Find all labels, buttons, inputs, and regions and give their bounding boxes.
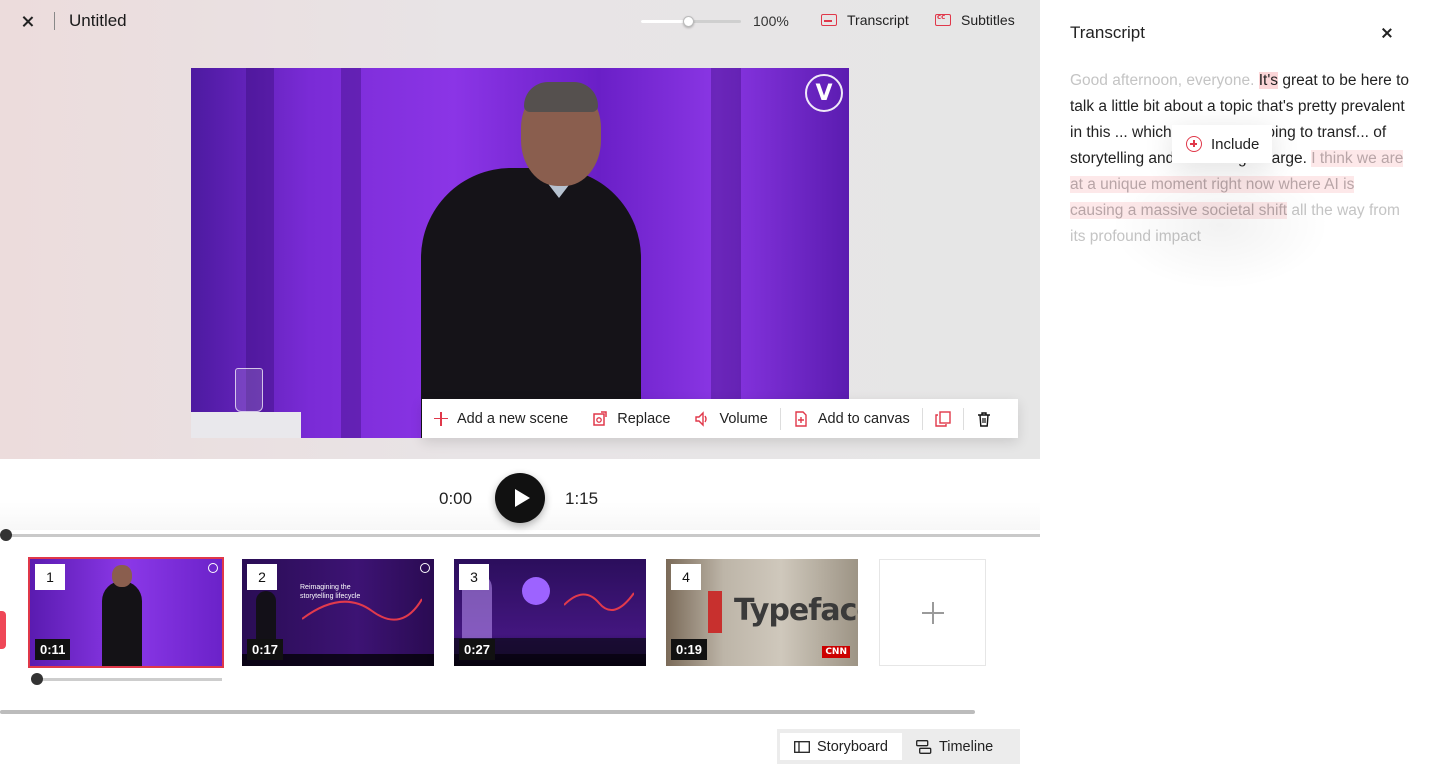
slide-wave-graphic bbox=[564, 592, 634, 612]
replace-icon bbox=[593, 410, 607, 426]
playback-controls: 0:00 1:15 bbox=[0, 460, 1040, 530]
scene-duration: 0:17 bbox=[247, 639, 284, 660]
scene-toolbar: Add a new scene Replace Volume Add to ca… bbox=[422, 399, 1018, 438]
slide-wave-graphic bbox=[302, 598, 422, 621]
add-scene-button[interactable] bbox=[879, 559, 986, 666]
add-to-canvas-button[interactable]: Add to canvas bbox=[781, 399, 922, 438]
zoom-slider[interactable] bbox=[641, 16, 741, 27]
transcript-toggle-button[interactable]: Transcript bbox=[821, 12, 909, 28]
scene-card[interactable]: 3 0:27 bbox=[454, 559, 646, 666]
add-to-canvas-label: Add to canvas bbox=[817, 410, 910, 427]
volume-icon bbox=[695, 410, 708, 427]
view-toggle: Storyboard Timeline bbox=[777, 729, 1020, 764]
brand-logo-icon bbox=[420, 563, 430, 573]
replace-button[interactable]: Replace bbox=[580, 399, 682, 438]
scene-logo-graphic bbox=[522, 577, 550, 605]
duplicate-button[interactable] bbox=[923, 399, 963, 438]
scene-number: 1 bbox=[35, 564, 65, 590]
storyboard-icon bbox=[794, 740, 810, 753]
close-icon[interactable] bbox=[18, 12, 38, 32]
divider bbox=[54, 12, 55, 30]
side-panel-tab[interactable] bbox=[0, 611, 6, 649]
water-glass bbox=[235, 368, 263, 412]
scene-number: 3 bbox=[459, 564, 489, 590]
scene-duration: 0:27 bbox=[459, 639, 496, 660]
subtitles-toggle-label: Subtitles bbox=[961, 12, 1015, 28]
zoom-level: 100% bbox=[753, 13, 789, 29]
top-bar: Untitled 100% Transcript Subtitles bbox=[0, 0, 1040, 44]
transcript-panel: Transcript Good afternoon, everyone. It'… bbox=[1040, 0, 1440, 779]
transcript-panel-title: Transcript bbox=[1070, 23, 1145, 42]
scrubber-handle[interactable] bbox=[0, 529, 12, 541]
duplicate-icon bbox=[935, 410, 951, 427]
storyboard-view-button[interactable]: Storyboard bbox=[780, 733, 902, 760]
sign-red-bar bbox=[708, 591, 722, 633]
project-title[interactable]: Untitled bbox=[69, 11, 127, 31]
brand-logo-icon: V bbox=[805, 74, 843, 112]
include-popup-button[interactable]: Include bbox=[1172, 125, 1272, 163]
replace-label: Replace bbox=[617, 410, 671, 427]
timeline-view-label: Timeline bbox=[938, 738, 994, 755]
stage-curtain bbox=[711, 68, 741, 438]
scene-trim-handle[interactable] bbox=[31, 673, 43, 685]
stage-curtain bbox=[341, 68, 361, 438]
subtitles-icon bbox=[935, 13, 951, 26]
sign-text: Typeface bbox=[734, 593, 858, 628]
timeline-icon bbox=[915, 739, 932, 754]
play-button[interactable] bbox=[495, 473, 545, 523]
playback-scrubber[interactable] bbox=[5, 534, 1040, 537]
storyboard-view-label: Storyboard bbox=[817, 738, 888, 755]
video-preview[interactable]: V bbox=[191, 68, 849, 438]
scene-card[interactable]: 1 0:11 bbox=[28, 557, 224, 668]
scene-speaker bbox=[102, 581, 142, 666]
scene-duration: 0:11 bbox=[35, 639, 71, 660]
transcript-icon bbox=[821, 14, 837, 26]
trash-icon bbox=[977, 411, 990, 427]
scene-card[interactable]: Typeface CNN 4 0:19 bbox=[666, 559, 858, 666]
zoom-slider-fill bbox=[641, 20, 688, 23]
subtitles-toggle-button[interactable]: Subtitles bbox=[935, 12, 1015, 28]
scene-duration: 0:19 bbox=[671, 639, 708, 660]
add-new-scene-button[interactable]: Add a new scene bbox=[422, 399, 580, 438]
include-label: Include bbox=[1211, 135, 1260, 153]
transcript-segment[interactable]: It's bbox=[1258, 72, 1279, 89]
add-to-canvas-icon bbox=[795, 410, 807, 427]
timeline-view-button[interactable]: Timeline bbox=[902, 733, 1007, 760]
scene-speaker-head bbox=[112, 565, 132, 587]
plus-circle-icon bbox=[1186, 136, 1202, 152]
transcript-segment[interactable]: Good afternoon, everyone. bbox=[1070, 72, 1259, 89]
zoom-slider-handle[interactable] bbox=[683, 16, 694, 27]
speaker-hair bbox=[524, 82, 598, 112]
delete-button[interactable] bbox=[964, 399, 1004, 438]
video-editor: Untitled 100% Transcript Subtitles bbox=[0, 0, 1040, 779]
scene-card[interactable]: Reimagining the storytelling lifecycle 2… bbox=[242, 559, 434, 666]
scene-number: 4 bbox=[671, 564, 701, 590]
scene-number: 2 bbox=[247, 564, 277, 590]
horizontal-scrollbar[interactable] bbox=[0, 710, 975, 714]
speaker-body bbox=[421, 168, 641, 438]
brand-logo-icon bbox=[208, 563, 218, 573]
preview-stage: Untitled 100% Transcript Subtitles bbox=[0, 0, 1040, 459]
current-time: 0:00 bbox=[439, 489, 473, 508]
scene-trim-slider[interactable] bbox=[36, 678, 222, 681]
total-time: 1:15 bbox=[565, 489, 599, 508]
stage-table bbox=[191, 412, 301, 438]
transcript-toggle-label: Transcript bbox=[847, 12, 909, 28]
volume-button[interactable]: Volume bbox=[682, 399, 779, 438]
news-badge: CNN bbox=[822, 646, 850, 658]
close-icon[interactable] bbox=[1377, 23, 1397, 43]
add-new-scene-label: Add a new scene bbox=[457, 410, 569, 427]
plus-icon bbox=[434, 411, 448, 426]
volume-label: Volume bbox=[719, 410, 768, 427]
